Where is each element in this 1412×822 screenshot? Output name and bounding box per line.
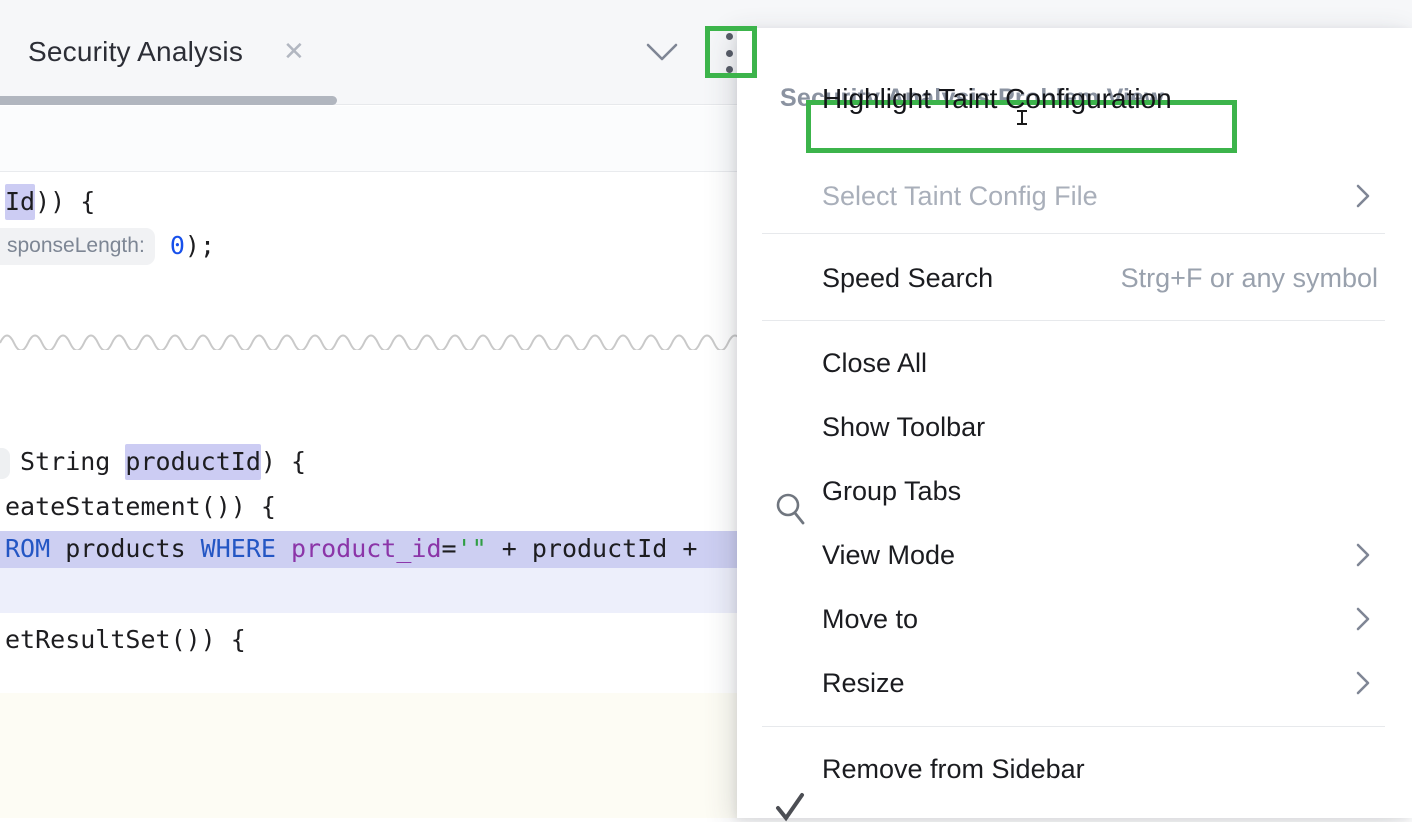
menu-divider [762, 233, 1385, 234]
menu-item-show-toolbar[interactable]: Show Toolbar [737, 407, 1412, 447]
chevron-right-icon [1355, 670, 1371, 696]
shortcut-hint: Strg+F or any symbol [1121, 263, 1378, 294]
chevron-right-icon [1355, 606, 1371, 632]
tab-label: Security Analysis [28, 36, 243, 68]
tab-scrollbar-thumb[interactable] [0, 96, 337, 105]
tab-security-analysis[interactable]: Security Analysis ✕ [0, 0, 360, 105]
kebab-dot [726, 50, 733, 57]
chevron-right-icon [1355, 542, 1371, 568]
close-icon[interactable]: ✕ [283, 36, 305, 66]
kebab-dot [726, 33, 733, 40]
menu-item-highlight-taint-configuration[interactable] [737, 113, 1412, 153]
menu-item-resize[interactable]: Resize [737, 663, 1412, 703]
code-line-sql-injection: ROM products WHERE product_id='" + produ… [5, 533, 697, 565]
chevron-right-icon [1355, 183, 1371, 209]
ide-window: Id)) { sponseLength: 0); String productI… [0, 0, 1412, 818]
code-line: etResultSet()) { [5, 624, 246, 656]
kebab-dot [726, 66, 733, 73]
menu-item-speed-search[interactable]: Speed Search Strg+F or any symbol [737, 258, 1412, 298]
menu-item-highlight-taint-configuration-label[interactable]: Highlight Taint Configuration [822, 83, 1172, 115]
code-line: String productId) { [5, 446, 306, 478]
menu-item-close-all[interactable]: Close All [737, 343, 1412, 383]
menu-item-group-tabs[interactable]: Group Tabs [737, 471, 1412, 511]
code-line: eateStatement()) { [5, 491, 276, 523]
folded-region-wave [0, 322, 756, 350]
code-line: Id)) { [5, 186, 95, 218]
tainted-line-highlight-continuation [0, 568, 737, 613]
menu-item-move-to[interactable]: Move to [737, 599, 1412, 639]
text-cursor [1016, 109, 1028, 125]
menu-item-remove-from-sidebar[interactable]: Remove from Sidebar [737, 749, 1412, 789]
menu-item-view-mode[interactable]: View Mode [737, 535, 1412, 575]
inlay-hint: sponseLength: [0, 228, 155, 265]
code-line: sponseLength: 0); [5, 228, 215, 265]
menu-divider [762, 320, 1385, 321]
tool-window-options-menu: Security Analysis Problem View Select Ta… [737, 28, 1412, 818]
menu-item-select-taint-config-file: Select Taint Config File [737, 176, 1412, 216]
chevron-down-icon[interactable] [640, 34, 684, 70]
menu-divider [762, 726, 1385, 727]
